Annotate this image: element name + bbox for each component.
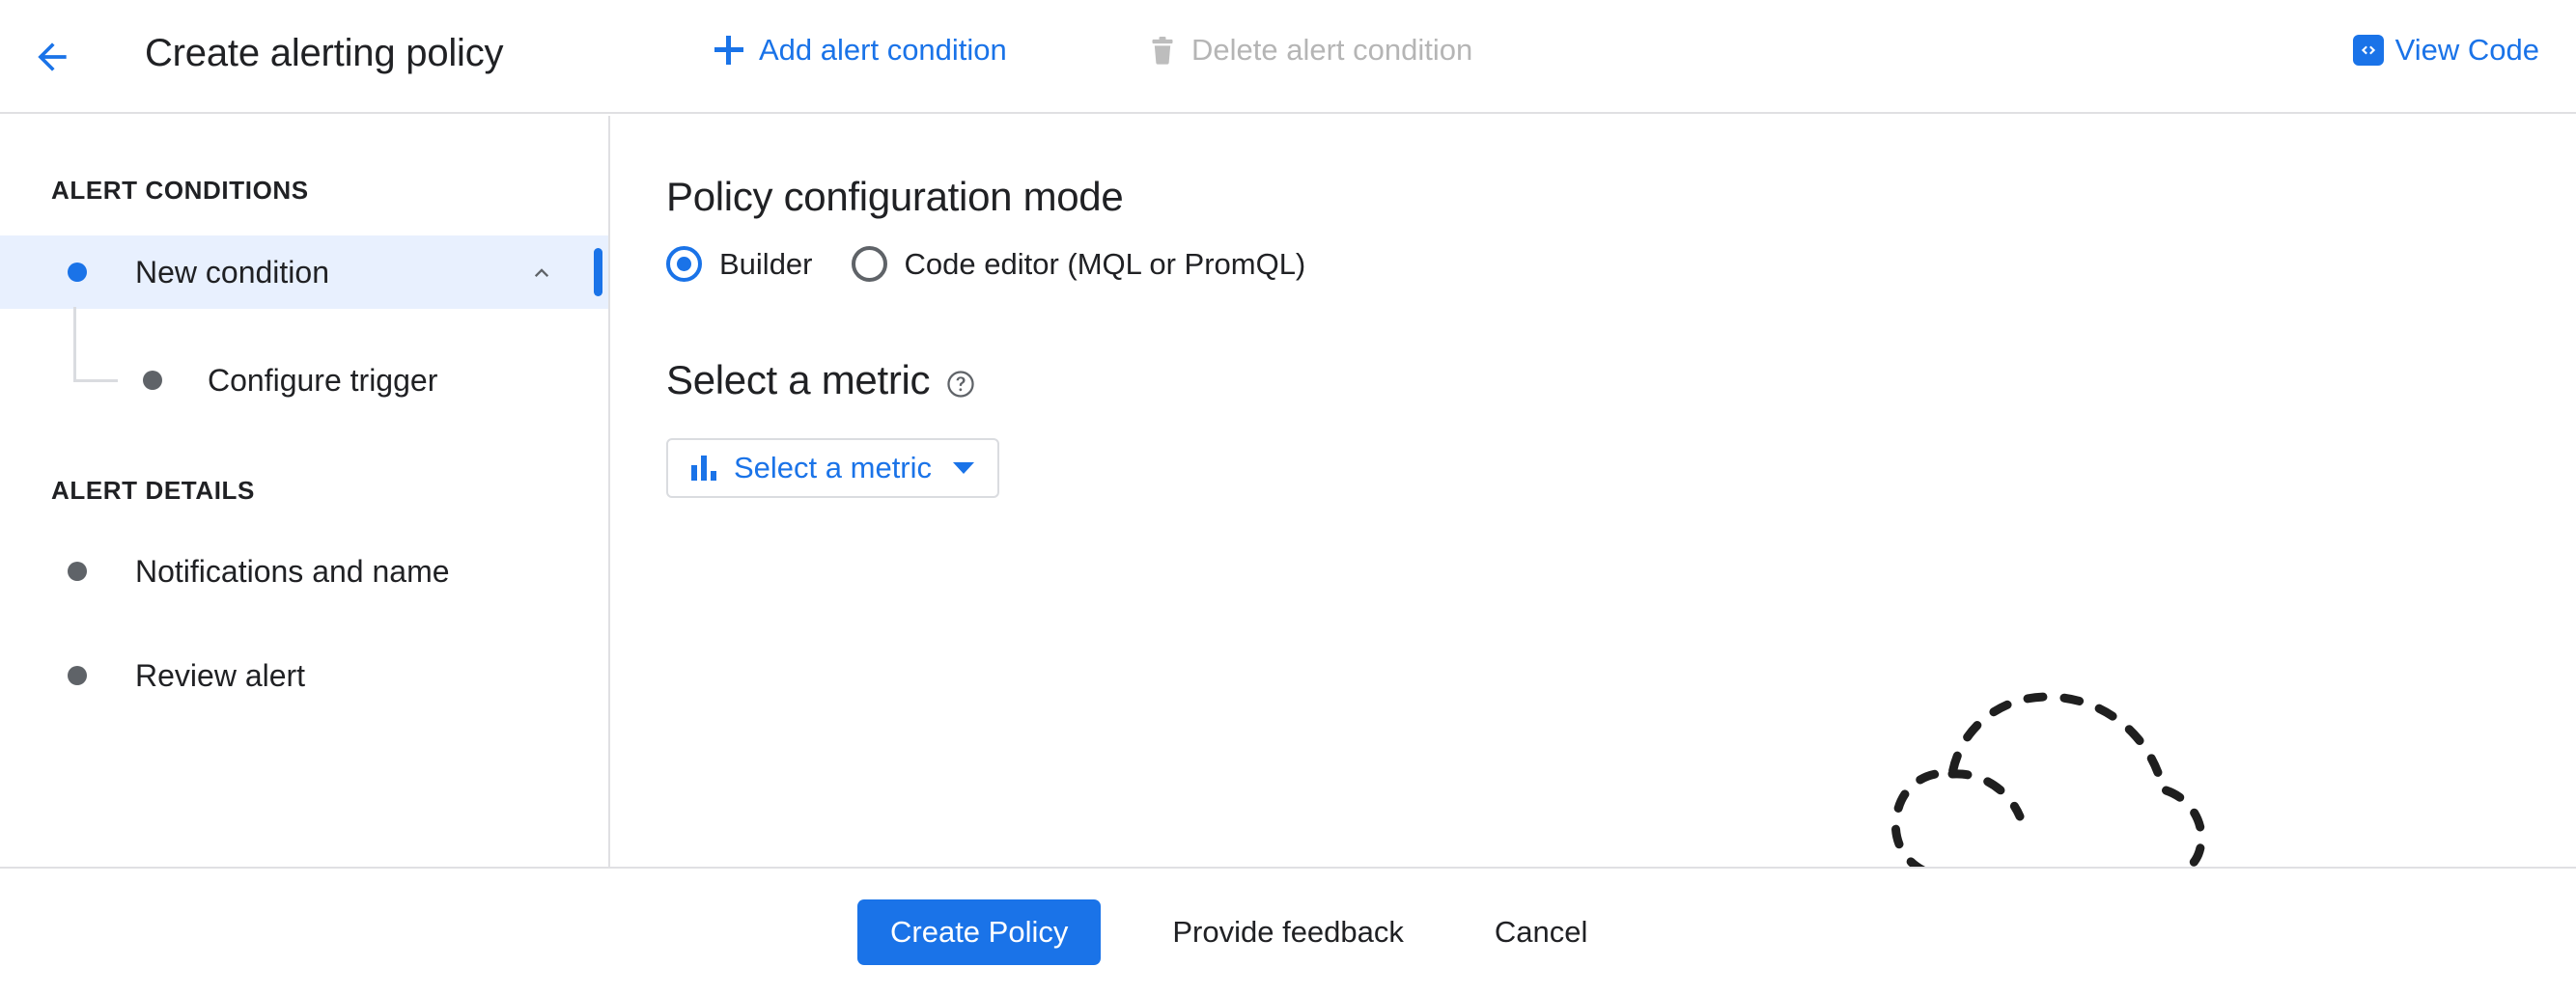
dashed-cloud-icon xyxy=(1867,637,2234,867)
sidebar-item-label: Configure trigger xyxy=(208,362,438,398)
create-policy-button[interactable]: Create Policy xyxy=(857,899,1102,965)
grey-dot-icon xyxy=(68,666,87,685)
radio-option-builder[interactable]: Builder xyxy=(666,246,813,282)
radio-option-code-editor[interactable]: Code editor (MQL or PromQL) xyxy=(851,246,1306,282)
radio-button-selected-icon[interactable] xyxy=(666,246,702,282)
radio-option-label: Builder xyxy=(719,246,813,281)
radio-option-label: Code editor (MQL or PromQL) xyxy=(904,246,1306,281)
sidebar-item-review-alert[interactable]: Review alert xyxy=(0,639,608,712)
footer-action-bar: Create Policy Provide feedback Cancel xyxy=(0,867,2576,995)
footer-buttons: Create Policy Provide feedback Cancel xyxy=(857,899,1620,965)
help-circle-icon[interactable] xyxy=(945,369,976,400)
back-button[interactable] xyxy=(31,36,73,78)
grey-dot-icon xyxy=(143,371,162,390)
delete-alert-condition-button: Delete alert condition xyxy=(1149,33,1472,68)
select-a-metric-dropdown-label: Select a metric xyxy=(734,451,933,484)
trash-icon xyxy=(1149,35,1176,66)
radio-button-unselected-icon[interactable] xyxy=(851,246,887,282)
policy-configuration-mode-radio-group: Builder Code editor (MQL or PromQL) xyxy=(666,246,1305,282)
sidebar-item-notifications-and-name[interactable]: Notifications and name xyxy=(0,535,608,608)
arrow-left-icon xyxy=(38,42,67,71)
sidebar-item-label: New condition xyxy=(135,254,329,290)
plus-icon xyxy=(714,36,743,65)
chevron-up-icon[interactable] xyxy=(525,261,558,284)
caret-down-icon xyxy=(953,462,975,474)
cancel-button[interactable]: Cancel xyxy=(1462,899,1621,965)
view-code-button[interactable]: View Code xyxy=(2352,33,2539,68)
sidebar-group-alert-details: ALERT DETAILS xyxy=(51,476,255,505)
sidebar-item-label: Notifications and name xyxy=(135,553,450,589)
sidebar: ALERT CONDITIONS New condition Configure… xyxy=(0,116,610,867)
main-content: Policy configuration mode Builder Code e… xyxy=(612,116,2576,867)
add-alert-condition-label: Add alert condition xyxy=(759,33,1007,67)
select-a-metric-section-title: Select a metric xyxy=(666,357,976,403)
view-code-label: View Code xyxy=(2394,33,2539,67)
code-brackets-icon xyxy=(2352,35,2384,66)
add-alert-condition-button[interactable]: Add alert condition xyxy=(714,33,1007,68)
policy-configuration-mode-title: Policy configuration mode xyxy=(666,174,1124,219)
app-header: Create alerting policy Add alert conditi… xyxy=(0,0,2576,114)
bar-chart-icon xyxy=(691,456,718,481)
provide-feedback-button[interactable]: Provide feedback xyxy=(1139,899,1437,965)
sidebar-group-alert-conditions: ALERT CONDITIONS xyxy=(51,176,309,205)
section-heading: Select a metric xyxy=(666,357,931,402)
blue-dot-icon xyxy=(68,263,87,282)
grey-dot-icon xyxy=(68,562,87,581)
selected-indicator-bar xyxy=(594,248,602,296)
page-title: Create alerting policy xyxy=(145,32,504,74)
delete-alert-condition-label: Delete alert condition xyxy=(1191,33,1473,67)
sidebar-item-label: Review alert xyxy=(135,657,306,693)
sidebar-item-configure-trigger[interactable]: Configure trigger xyxy=(0,344,608,417)
sidebar-item-new-condition[interactable]: New condition xyxy=(0,235,608,309)
select-a-metric-dropdown[interactable]: Select a metric xyxy=(666,438,1000,498)
